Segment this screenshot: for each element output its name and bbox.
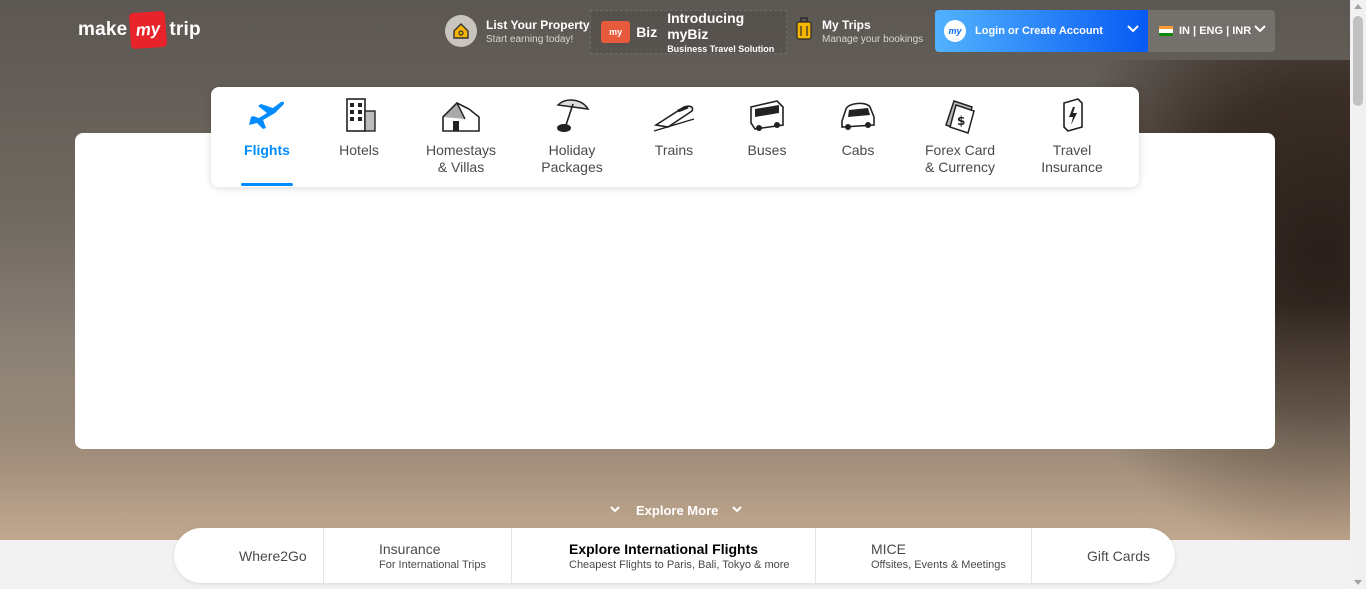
my-trips-title: My Trips: [822, 17, 871, 32]
logo-trip-text: trip: [169, 19, 201, 40]
house-icon: [439, 95, 483, 135]
tab-cabs[interactable]: Cabs: [837, 87, 879, 187]
mybiz-banner[interactable]: my Biz Introducing myBiz Business Travel…: [590, 10, 787, 54]
scroll-up-arrow-icon[interactable]: [1354, 4, 1362, 9]
list-property-link[interactable]: List Your Property Start earning today!: [445, 10, 590, 52]
login-label: Login or Create Account: [975, 25, 1103, 37]
india-flag-icon: [1159, 26, 1173, 36]
quick-link-mice[interactable]: MICE Offsites, Events & Meetings: [816, 528, 1032, 583]
tab-label: Forex Card & Currency: [924, 142, 996, 175]
quick-link-subtitle: Cheapest Flights to Paris, Bali, Tokyo &…: [569, 558, 790, 571]
locale-selector[interactable]: IN | ENG | INR: [1148, 10, 1275, 52]
quick-link-gift-cards[interactable]: Gift Cards: [1032, 528, 1174, 583]
mybiz-title: Introducing myBiz: [667, 10, 745, 42]
scroll-down-arrow-icon[interactable]: [1354, 580, 1362, 585]
property-icon: [445, 15, 477, 47]
tab-holiday-packages[interactable]: Holiday Packages: [536, 87, 608, 187]
page-scrollbar[interactable]: [1350, 0, 1366, 589]
quick-link-subtitle: Offsites, Events & Meetings: [871, 558, 1006, 571]
mybiz-subtitle: Business Travel Solution: [667, 44, 775, 54]
chevron-down-icon: [1254, 25, 1266, 33]
svg-text:$: $: [957, 114, 965, 128]
train-icon: [652, 95, 696, 135]
quick-link-where2go[interactable]: Where2Go: [174, 528, 324, 583]
bus-icon: [745, 95, 789, 135]
my-trips-link[interactable]: My Trips Manage your bookings: [796, 10, 923, 52]
locale-label: IN | ENG | INR: [1179, 25, 1252, 37]
quick-links-bar: Where2Go Insurance For International Tri…: [174, 528, 1175, 583]
forex-card-icon: $: [938, 95, 982, 135]
tab-label: Flights: [244, 142, 290, 158]
makemytrip-logo[interactable]: make my trip: [78, 10, 201, 50]
tab-travel-insurance[interactable]: Travel Insurance: [1039, 87, 1105, 187]
tab-label: Buses: [747, 142, 787, 158]
insurance-icon: [1050, 95, 1094, 135]
suitcase-icon: [796, 16, 812, 46]
chevron-down-icon: [732, 506, 743, 513]
hotel-building-icon: [337, 95, 381, 135]
quick-link-subtitle: For International Trips: [379, 558, 486, 571]
mybiz-content: my Biz Introducing myBiz Business Travel…: [591, 10, 786, 54]
chevron-down-icon: [1127, 25, 1139, 33]
login-button[interactable]: my Login or Create Account: [935, 10, 1148, 52]
explore-more-label: Explore More: [636, 502, 719, 518]
car-icon: [836, 95, 880, 135]
tab-label: Holiday Packages: [541, 142, 603, 175]
tab-label: Trains: [654, 142, 694, 158]
quick-link-title: MICE: [871, 540, 906, 557]
active-tab-indicator: [241, 183, 293, 186]
tab-homestays[interactable]: Homestays & Villas: [421, 87, 501, 187]
tab-label: Cabs: [841, 142, 875, 158]
explore-more-button[interactable]: Explore More: [608, 500, 744, 520]
chevron-down-icon: [610, 506, 620, 513]
tab-buses[interactable]: Buses: [743, 87, 791, 187]
tab-forex[interactable]: $ Forex Card & Currency: [923, 87, 997, 187]
quick-link-title: Gift Cards: [1087, 547, 1151, 564]
quick-link-title: Explore International Flights: [569, 540, 759, 557]
list-property-subtitle: Start earning today!: [486, 33, 574, 45]
tab-label: Homestays & Villas: [425, 142, 497, 175]
scrollbar-thumb[interactable]: [1353, 16, 1363, 106]
tab-hotels[interactable]: Hotels: [331, 87, 387, 187]
mybiz-biz-word: Biz: [636, 24, 658, 40]
top-header: make my trip List Your Property Start ea…: [0, 0, 1350, 60]
mmt-avatar-icon: my: [944, 20, 966, 42]
airplane-icon: [245, 95, 289, 135]
logo-my-badge: my: [129, 10, 168, 50]
product-nav: Flights Hotels Homestays & Villas Holida…: [211, 87, 1139, 187]
tab-trains[interactable]: Trains: [649, 87, 699, 187]
mybiz-bag-icon: my: [601, 21, 631, 43]
tab-label: Hotels: [339, 142, 379, 158]
my-trips-subtitle: Manage your bookings: [822, 33, 924, 45]
beach-umbrella-icon: [550, 95, 594, 135]
tab-label: Travel Insurance: [1041, 142, 1103, 175]
list-property-title: List Your Property: [486, 17, 590, 32]
tab-flights[interactable]: Flights: [241, 87, 293, 187]
quick-link-title: Where2Go: [239, 547, 307, 564]
quick-link-intl-flights[interactable]: Explore International Flights Cheapest F…: [512, 528, 816, 583]
quick-link-title: Insurance: [379, 540, 441, 557]
quick-link-insurance[interactable]: Insurance For International Trips: [324, 528, 512, 583]
logo-make-text: make: [78, 19, 128, 40]
